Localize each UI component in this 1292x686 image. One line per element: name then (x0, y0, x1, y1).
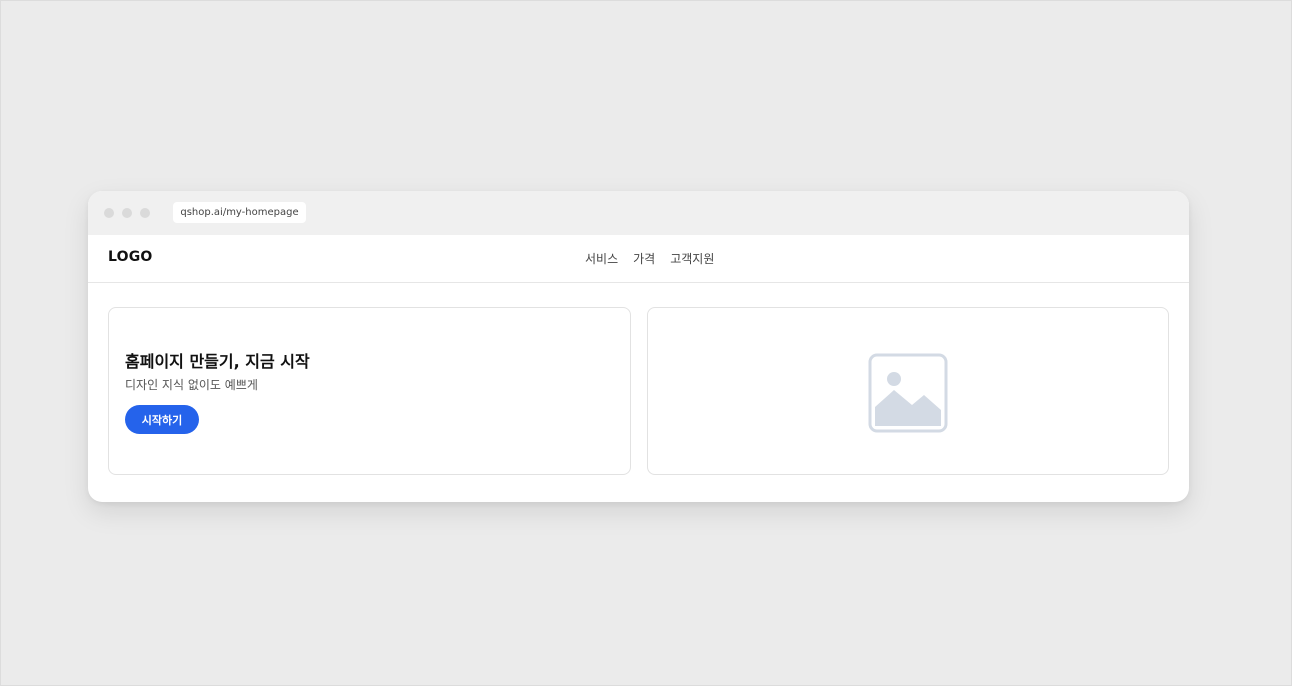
window-close-dot[interactable] (104, 208, 114, 218)
browser-titlebar: qshop.ai/my-homepage (88, 191, 1189, 235)
page-background: qshop.ai/my-homepage LOGO 서비스 가격 고객지원 홈페… (0, 0, 1292, 686)
hero-card: 홈페이지 만들기, 지금 시작 디자인 지식 없이도 예쁘게 시작하기 (108, 307, 631, 475)
hero-subtitle: 디자인 지식 없이도 예쁘게 (125, 378, 258, 392)
nav-item-services[interactable]: 서비스 (585, 250, 618, 267)
nav-item-pricing[interactable]: 가격 (633, 250, 655, 267)
start-button[interactable]: 시작하기 (125, 405, 199, 434)
hero-title: 홈페이지 만들기, 지금 시작 (125, 352, 310, 371)
main-nav: 서비스 가격 고객지원 (585, 250, 714, 267)
browser-window: qshop.ai/my-homepage LOGO 서비스 가격 고객지원 홈페… (88, 191, 1189, 502)
nav-item-support[interactable]: 고객지원 (670, 250, 714, 267)
window-minimize-dot[interactable] (122, 208, 132, 218)
address-bar[interactable]: qshop.ai/my-homepage (173, 202, 306, 223)
image-placeholder-icon (868, 353, 948, 433)
window-maximize-dot[interactable] (140, 208, 150, 218)
site-logo[interactable]: LOGO (108, 249, 153, 265)
page-content: 홈페이지 만들기, 지금 시작 디자인 지식 없이도 예쁘게 시작하기 (88, 283, 1189, 502)
media-card (647, 307, 1169, 475)
site-header: LOGO 서비스 가격 고객지원 (88, 235, 1189, 283)
